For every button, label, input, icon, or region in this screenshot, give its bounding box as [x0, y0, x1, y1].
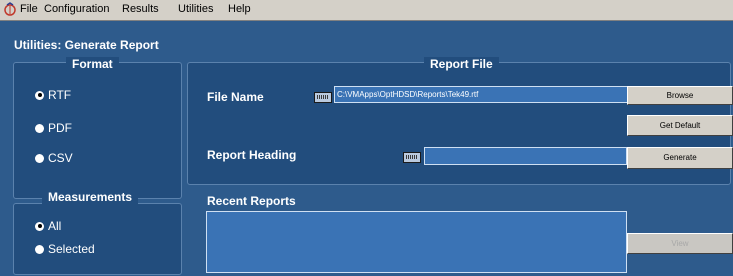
radio-pdf[interactable]: PDF: [35, 121, 72, 135]
page-title: Utilities: Generate Report: [14, 38, 159, 52]
radio-rtf-indicator[interactable]: [35, 90, 44, 100]
measurements-panel: [13, 203, 182, 275]
radio-pdf-indicator[interactable]: [35, 123, 44, 133]
report-heading-input[interactable]: [424, 147, 627, 165]
radio-selected[interactable]: Selected: [35, 242, 95, 256]
radio-csv-label: CSV: [48, 151, 73, 165]
report-file-title: Report File: [424, 57, 499, 71]
view-button[interactable]: View: [627, 233, 733, 254]
radio-selected-label: Selected: [48, 242, 95, 256]
keyboard-icon[interactable]: [403, 152, 421, 163]
radio-all-label: All: [48, 219, 62, 233]
menu-results[interactable]: Results: [122, 3, 159, 15]
menu-configuration[interactable]: Configuration: [44, 3, 109, 15]
menu-file[interactable]: File: [20, 3, 38, 15]
get-default-button[interactable]: Get Default: [627, 115, 733, 136]
radio-rtf[interactable]: RTF: [35, 88, 71, 102]
radio-csv-indicator[interactable]: [35, 153, 44, 163]
radio-rtf-label: RTF: [48, 88, 72, 102]
app-logo-icon: [4, 2, 16, 16]
menu-help[interactable]: Help: [228, 3, 251, 15]
radio-all[interactable]: All: [35, 219, 61, 233]
file-name-input[interactable]: C:\VMApps\OptHDSD\Reports\Tek49.rtf: [334, 86, 665, 103]
browse-button[interactable]: Browse: [627, 86, 733, 105]
report-heading-label: Report Heading: [207, 148, 297, 162]
menu-utilities[interactable]: Utilities: [178, 3, 213, 15]
menu-bar: File Configuration Results Utilities Hel…: [0, 0, 733, 21]
radio-selected-indicator[interactable]: [35, 244, 44, 254]
main-panel: Utilities: Generate Report Format RTF PD…: [0, 21, 733, 276]
radio-csv[interactable]: CSV: [35, 151, 73, 165]
file-name-label: File Name: [207, 90, 264, 104]
radio-pdf-label: PDF: [48, 121, 72, 135]
keyboard-icon[interactable]: [314, 92, 332, 103]
recent-reports-list[interactable]: [206, 211, 627, 273]
format-title: Format: [66, 57, 119, 71]
generate-button[interactable]: Generate: [627, 147, 733, 169]
measurements-title: Measurements: [42, 190, 139, 204]
radio-all-indicator[interactable]: [35, 221, 44, 231]
recent-reports-label: Recent Reports: [207, 194, 296, 208]
